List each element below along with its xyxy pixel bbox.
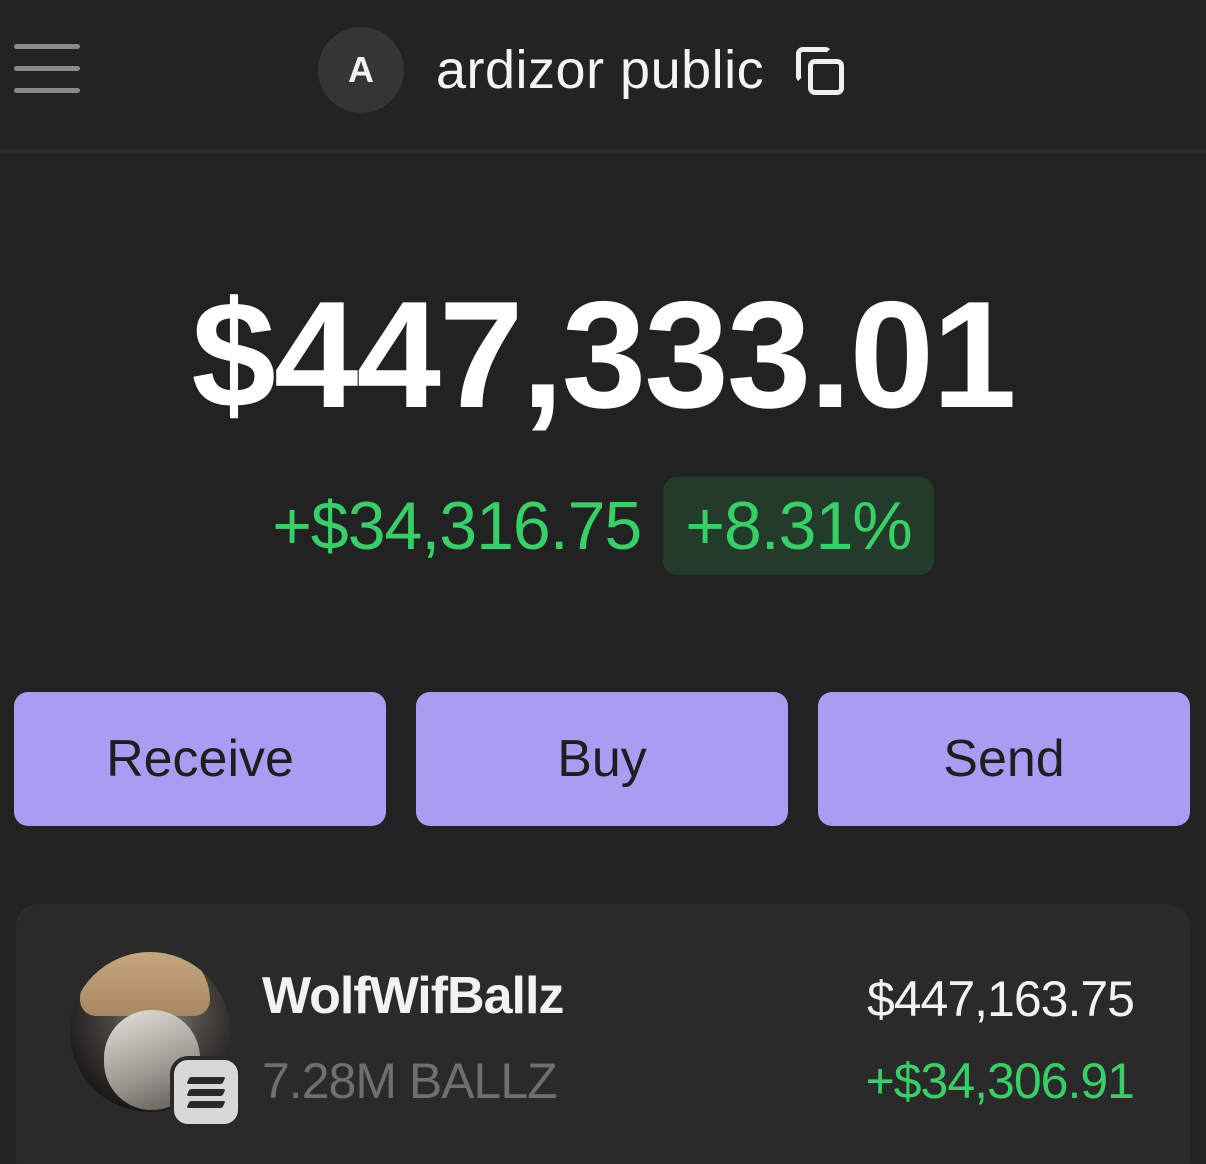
token-name: WolfWifBallz [262, 967, 564, 1025]
token-list-item[interactable]: WolfWifBallz 7.28M BALLZ $447,163.75 +$3… [16, 904, 1190, 1164]
buy-button[interactable]: Buy [416, 692, 788, 826]
hamburger-menu-icon[interactable] [14, 44, 82, 96]
wallet-app: A ardizor public $447,333.01 +$34,316.75… [0, 0, 1206, 1164]
menu-line [14, 44, 80, 49]
action-buttons: Receive Buy Send [14, 692, 1190, 826]
account-name: ardizor public [436, 40, 765, 100]
total-balance: $447,333.01 [191, 270, 1016, 440]
balance-change-row: +$34,316.75 +8.31% [0, 472, 1206, 580]
menu-line [14, 88, 80, 93]
account-avatar: A [318, 27, 404, 113]
receive-button[interactable]: Receive [14, 692, 386, 826]
copy-icon[interactable] [794, 45, 845, 95]
account-selector[interactable]: A ardizor public [318, 26, 845, 114]
top-bar: A ardizor public [0, 0, 1206, 153]
token-value: $447,163.75 [866, 971, 1135, 1027]
menu-line [14, 66, 80, 71]
token-amount: 7.28M BALLZ [262, 1053, 558, 1109]
solana-chain-icon [170, 1056, 242, 1128]
token-change: +$34,306.91 [865, 1053, 1135, 1109]
balance-change-amount: +$34,316.75 [272, 488, 642, 564]
balance-change-percent-badge: +8.31% [663, 477, 934, 575]
send-button[interactable]: Send [818, 692, 1190, 826]
